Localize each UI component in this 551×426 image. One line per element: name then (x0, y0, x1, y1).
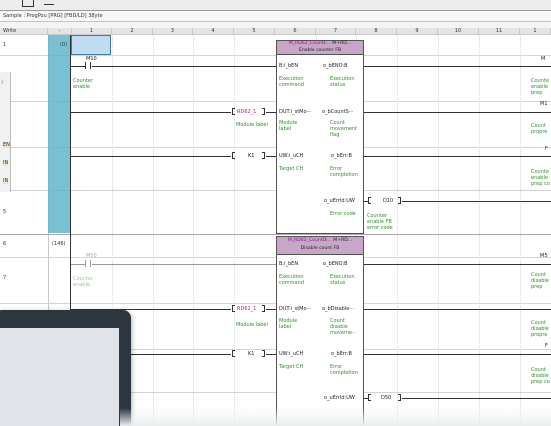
fb-description: Enable counter FB (298, 47, 342, 53)
fb-pin-comment: label (279, 324, 292, 330)
left-dock-panel[interactable] (0, 72, 11, 192)
fb-output-pin[interactable]: o_uErrId:UW (324, 395, 355, 401)
dock-arrow-icon[interactable]: 〉 (1, 80, 6, 86)
step-column-header: - (48, 28, 72, 35)
fb-description: Disable count FB (300, 246, 340, 251)
step-number: (146) (52, 241, 66, 247)
fb-instance-name: M+RD... (333, 238, 353, 243)
column-header: 7 (316, 28, 356, 35)
coil-comment: prep co (531, 379, 550, 385)
fb-output-pin[interactable]: o_bDisable··· (322, 306, 354, 312)
coil-comment: prep co (531, 181, 550, 187)
toolbar-strip (0, 0, 551, 11)
column-header: 5 (234, 28, 275, 35)
selection-column (48, 35, 71, 233)
fb-input-pin[interactable]: B:i_bEN (279, 261, 298, 267)
variable-comment: Module label (236, 122, 268, 128)
fb-input-pin[interactable]: DUT:i_stMo··· (279, 306, 311, 312)
column-header: 1 (72, 28, 112, 35)
fb-output-pin[interactable]: o_bCountS··· (322, 109, 354, 115)
ladder-line-icon (44, 0, 54, 5)
coil-comment: propre (531, 332, 548, 338)
variable-comment: error code (367, 225, 393, 231)
row-number: 5 (3, 209, 7, 215)
column-header: 8 (356, 28, 397, 35)
fb-pin-comment: flag (330, 132, 340, 138)
fb-output-pin[interactable]: o_bENO:B (323, 261, 348, 267)
variable-comment: Module label (236, 322, 268, 328)
column-header: 3 (153, 28, 193, 35)
coil-variable[interactable]: M5 (540, 253, 548, 259)
fb-pin-comment: label (279, 126, 292, 132)
fb-pin-comment: moveme··· (330, 330, 357, 336)
function-block-enable-counter[interactable]: M_RD62_CountE... M+RD... Enable counter … (276, 40, 364, 234)
fb-input-variable[interactable]: RD62_1 (237, 306, 256, 312)
side-label-en: EN (3, 142, 10, 148)
fb-output-pin[interactable]: o_bErr:B (331, 153, 352, 159)
column-header: 2 (112, 28, 153, 35)
write-mode-label: Write (0, 28, 48, 35)
side-label-in: IN (3, 178, 9, 184)
fb-pin-comment: completion (330, 370, 358, 376)
row-number: 6 (3, 241, 7, 247)
coil-comment: propre (531, 129, 548, 135)
coil-variable[interactable]: M (541, 56, 545, 62)
bottom-fade (120, 408, 551, 426)
coil-comment: prep (531, 90, 543, 96)
fb-input-pin[interactable]: B:i_bEN (279, 63, 298, 69)
coil-variable[interactable]: F (545, 343, 548, 349)
fb-pin-comment: Target CH (279, 166, 304, 172)
contact-variable[interactable]: M50 (86, 253, 97, 259)
cursor-cell[interactable] (71, 35, 111, 55)
fb-type-name: M_RD62_CountE... (288, 41, 331, 46)
side-label-in: IN (3, 160, 9, 166)
fb-pin-comment: completion (330, 172, 358, 178)
contact-symbol-icon[interactable] (85, 62, 87, 69)
column-header: 4 (193, 28, 234, 35)
column-header: 10 (438, 28, 479, 35)
fb-pin-comment: Error code (330, 211, 356, 217)
fb-output-variable[interactable]: D50 (381, 395, 391, 401)
row-number: 7 (3, 275, 7, 281)
fb-output-variable[interactable]: D10 (383, 198, 393, 204)
editor-title: Sample : ProgPou [PRG] [FBD/LD] 38yte (0, 11, 551, 22)
contact-symbol-icon[interactable] (85, 260, 87, 267)
fb-pin-comment: Target CH (279, 364, 304, 370)
fb-output-pin[interactable]: o_bErr:B (331, 351, 352, 357)
step-number: (0) (60, 42, 68, 48)
fb-pin-comment: status (330, 280, 346, 286)
ladder-symbol-icon (22, 0, 34, 7)
fb-output-pin[interactable]: o_bENO:B (323, 63, 348, 69)
column-header: 1 (520, 28, 551, 35)
fb-pin-comment: command (279, 280, 304, 286)
column-header: 6 (275, 28, 316, 35)
fb-input-pin[interactable]: DUT:i_stMo··· (279, 109, 311, 115)
fb-output-pin[interactable]: o_uErrId:UW (324, 198, 355, 204)
row-number: 1 (3, 42, 7, 48)
coil-variable[interactable]: F (545, 146, 548, 152)
coil-comment: prep (531, 284, 543, 290)
fb-input-constant[interactable]: K1 (248, 351, 254, 357)
fb-input-pin[interactable]: UW:i_uCH (279, 153, 303, 159)
contact-comment: enable (73, 282, 90, 288)
fb-input-pin[interactable]: UW:i_uCH (279, 351, 303, 357)
contact-comment: enable (73, 84, 90, 90)
popup-content (0, 328, 119, 426)
fb-input-constant[interactable]: K1 (248, 153, 254, 159)
fb-instance-name: M+RD... (332, 41, 352, 46)
fb-type-name: M_RD62_CountDi... (287, 238, 332, 243)
fb-pin-comment: status (330, 82, 346, 88)
fb-input-variable[interactable]: RD62_1 (237, 109, 256, 115)
fb-pin-comment: command (279, 82, 304, 88)
column-header: 9 (397, 28, 438, 35)
column-header: 11 (479, 28, 520, 35)
coil-variable[interactable]: M1 (540, 101, 548, 107)
